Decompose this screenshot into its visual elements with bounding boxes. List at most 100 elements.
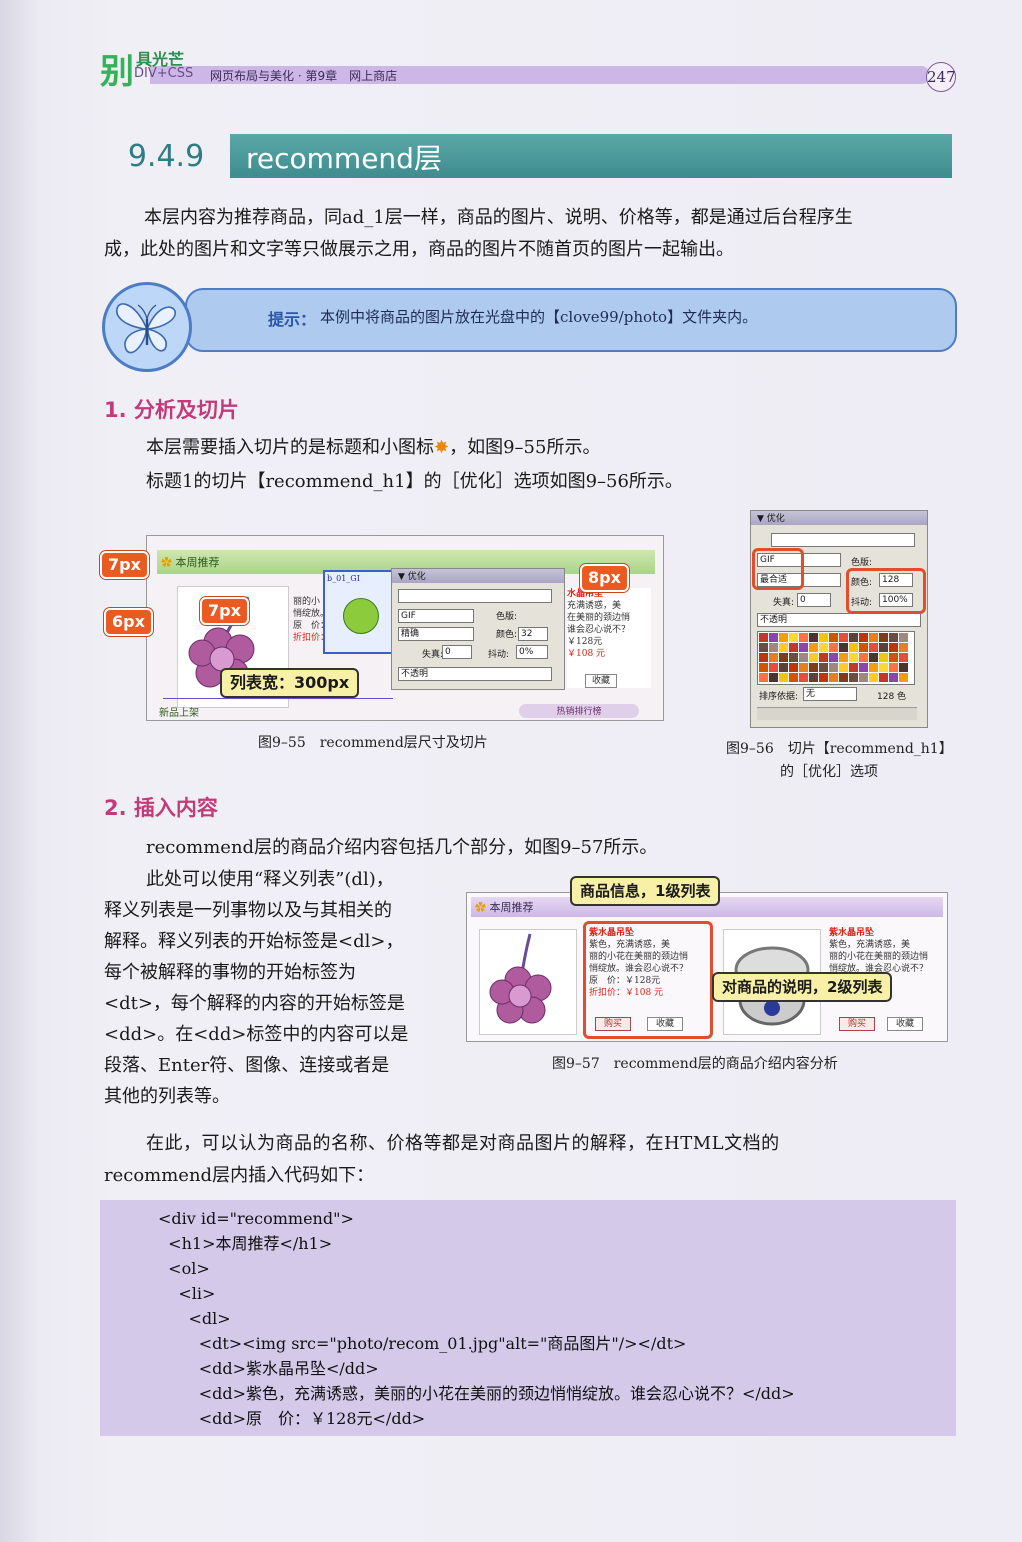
code-line-7: <dd>紫水晶吊坠</dd>: [158, 1359, 379, 1378]
color-swatch[interactable]: [799, 663, 808, 672]
fig57-collect-button-r[interactable]: 收藏: [887, 1017, 923, 1031]
color-swatch[interactable]: [779, 673, 788, 682]
color-swatch[interactable]: [829, 633, 838, 642]
color-swatch[interactable]: [869, 643, 878, 652]
fig57-tab: ✿ 本周推荐: [475, 899, 534, 915]
color-swatch[interactable]: [779, 653, 788, 662]
color-swatch[interactable]: [899, 643, 908, 652]
color-swatch[interactable]: [789, 633, 798, 642]
color-swatch[interactable]: [779, 643, 788, 652]
callout-8px: 8px: [580, 564, 629, 592]
color-swatch[interactable]: [849, 663, 858, 672]
color-swatch[interactable]: [799, 633, 808, 642]
color-swatch[interactable]: [869, 663, 878, 672]
color-swatch[interactable]: [789, 643, 798, 652]
color-swatch[interactable]: [819, 673, 828, 682]
color-swatch[interactable]: [779, 633, 788, 642]
color-swatch[interactable]: [789, 653, 798, 662]
color-swatch[interactable]: [839, 643, 848, 652]
color-swatch[interactable]: [879, 663, 888, 672]
callout-list-width: 列表宽：300px: [220, 668, 360, 698]
color-swatch[interactable]: [869, 633, 878, 642]
color-swatch[interactable]: [829, 653, 838, 662]
fig56-sort-select[interactable]: 无: [803, 687, 857, 701]
color-swatch[interactable]: [759, 643, 768, 652]
color-swatch[interactable]: [819, 643, 828, 652]
color-swatch[interactable]: [899, 673, 908, 682]
color-swatch[interactable]: [899, 663, 908, 672]
color-swatch[interactable]: [889, 633, 898, 642]
fig57-buy-button-r[interactable]: 购买: [839, 1017, 875, 1031]
fig56-transparency-select[interactable]: 不透明: [757, 613, 921, 627]
fig56-preset-select[interactable]: [771, 533, 915, 547]
color-swatch[interactable]: [849, 653, 858, 662]
color-swatch[interactable]: [829, 643, 838, 652]
color-swatch[interactable]: [849, 643, 858, 652]
color-swatch[interactable]: [769, 653, 778, 662]
color-swatch[interactable]: [799, 643, 808, 652]
color-swatch[interactable]: [769, 633, 778, 642]
fig56-panel-title: ▼ 优化: [757, 514, 785, 524]
color-swatch[interactable]: [879, 673, 888, 682]
fig55-loss-input[interactable]: 0: [442, 645, 472, 659]
color-swatch[interactable]: [839, 663, 848, 672]
color-swatch[interactable]: [789, 673, 798, 682]
color-swatch[interactable]: [809, 653, 818, 662]
color-swatch[interactable]: [879, 633, 888, 642]
color-swatch[interactable]: [809, 673, 818, 682]
color-swatch[interactable]: [839, 673, 848, 682]
fig56-sort-label: 排序依据:: [759, 692, 799, 702]
color-swatch[interactable]: [839, 633, 848, 642]
color-swatch[interactable]: [769, 663, 778, 672]
color-swatch[interactable]: [859, 633, 868, 642]
color-swatch[interactable]: [869, 673, 878, 682]
color-swatch[interactable]: [869, 653, 878, 662]
color-swatch[interactable]: [899, 633, 908, 642]
fig55-transparency-select[interactable]: 不透明: [398, 667, 552, 681]
color-swatch[interactable]: [889, 673, 898, 682]
color-swatch[interactable]: [769, 673, 778, 682]
color-swatch[interactable]: [859, 663, 868, 672]
color-swatch[interactable]: [859, 653, 868, 662]
color-swatch[interactable]: [809, 633, 818, 642]
fig55-collect-button[interactable]: 收藏: [585, 674, 617, 688]
fig55-desc-3: 谁会忍心说不？: [567, 625, 631, 635]
color-swatch[interactable]: [809, 643, 818, 652]
fig55-price-orig-r: ￥128元: [567, 637, 603, 647]
color-swatch[interactable]: [799, 653, 808, 662]
color-swatch[interactable]: [879, 653, 888, 662]
fig56-loss-input[interactable]: 0: [797, 593, 831, 607]
leaf-icon: [343, 598, 379, 634]
fig55-format-select[interactable]: GIF: [398, 609, 474, 623]
color-swatch[interactable]: [889, 653, 898, 662]
color-swatch[interactable]: [769, 643, 778, 652]
color-swatch[interactable]: [789, 663, 798, 672]
fig55-palette-select[interactable]: 精确: [398, 627, 474, 641]
fig55-loss-label: 失真:: [422, 650, 444, 660]
fig55-preset-select[interactable]: [398, 589, 552, 603]
color-swatch[interactable]: [759, 673, 768, 682]
color-swatch[interactable]: [799, 673, 808, 682]
color-swatch[interactable]: [859, 643, 868, 652]
color-swatch[interactable]: [759, 663, 768, 672]
color-swatch[interactable]: [809, 663, 818, 672]
color-swatch[interactable]: [829, 663, 838, 672]
color-swatch[interactable]: [819, 663, 828, 672]
fig55-colors-label: 颜色:: [496, 630, 518, 640]
color-swatch[interactable]: [889, 663, 898, 672]
fig55-dither-input[interactable]: 0%: [516, 645, 548, 659]
fig55-colors-select[interactable]: 32: [518, 627, 548, 641]
color-swatch[interactable]: [759, 653, 768, 662]
color-swatch[interactable]: [849, 633, 858, 642]
color-swatch[interactable]: [779, 663, 788, 672]
color-swatch[interactable]: [839, 653, 848, 662]
color-swatch[interactable]: [819, 653, 828, 662]
color-swatch[interactable]: [859, 673, 868, 682]
color-swatch[interactable]: [759, 633, 768, 642]
color-swatch[interactable]: [879, 643, 888, 652]
color-swatch[interactable]: [829, 673, 838, 682]
color-swatch[interactable]: [819, 633, 828, 642]
color-swatch[interactable]: [889, 643, 898, 652]
color-swatch[interactable]: [899, 653, 908, 662]
color-swatch[interactable]: [849, 673, 858, 682]
